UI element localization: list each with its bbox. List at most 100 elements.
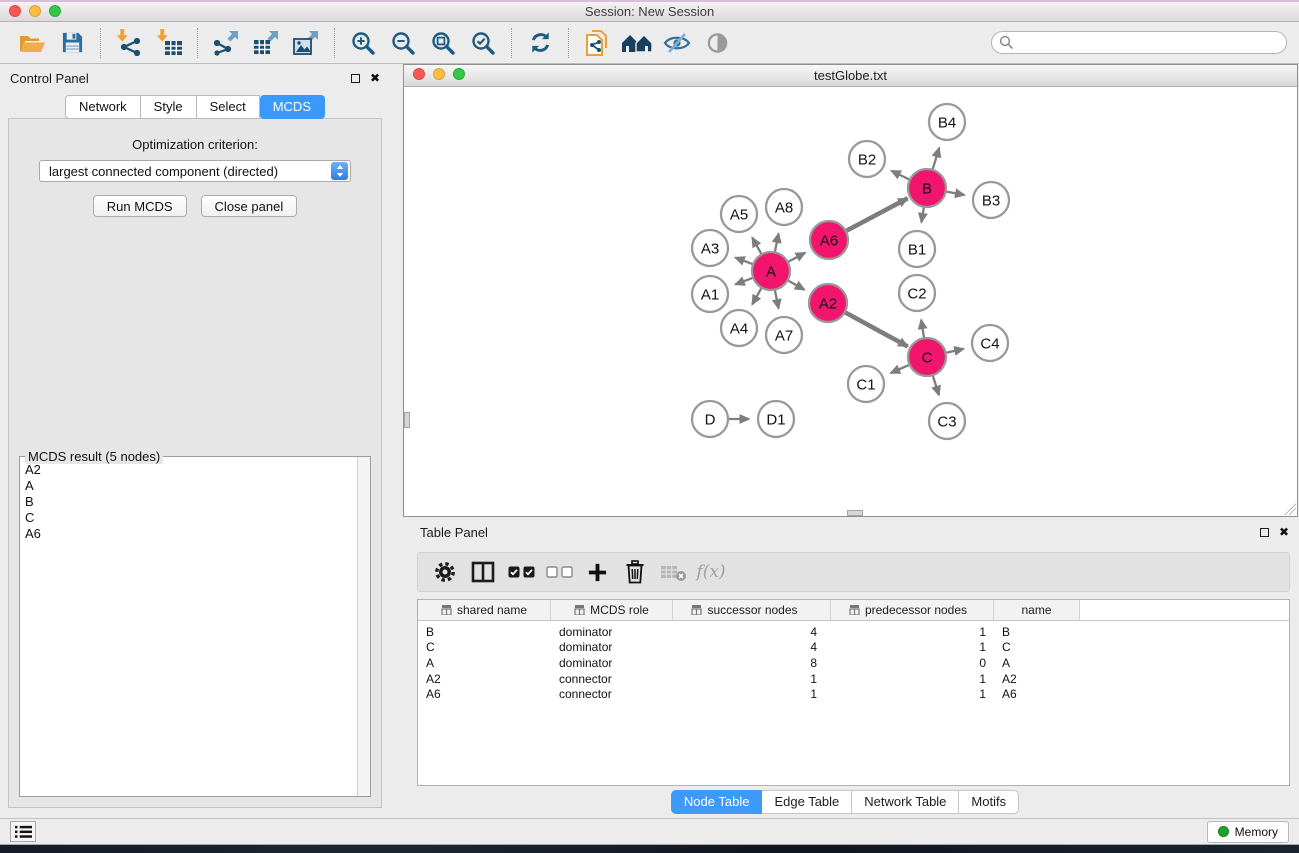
search-input[interactable] [991, 31, 1287, 54]
zoom-fit-button[interactable] [426, 26, 460, 60]
save-session-button[interactable] [55, 26, 89, 60]
graph-edge[interactable] [775, 290, 779, 309]
export-table-button[interactable] [249, 26, 283, 60]
import-network-button[interactable] [112, 26, 146, 60]
graph-edge[interactable] [946, 192, 965, 196]
table-row[interactable]: Adominator80A [418, 655, 1289, 671]
add-row-button[interactable] [580, 556, 614, 588]
table-row[interactable]: Cdominator41C [418, 640, 1289, 656]
graph-edge[interactable] [846, 198, 908, 231]
graph-edge[interactable] [891, 171, 910, 180]
tab-motifs[interactable]: Motifs [959, 790, 1019, 814]
table-row[interactable]: A6connector11A6 [418, 686, 1289, 702]
network-maximize-button[interactable] [453, 68, 465, 80]
table-cell[interactable]: 1 [831, 640, 994, 654]
mcds-result-item[interactable]: A [25, 478, 356, 494]
table-cell[interactable]: A [994, 656, 1080, 670]
table-cell[interactable]: connector [551, 687, 673, 701]
export-network-button[interactable] [209, 26, 243, 60]
splitter-nub[interactable] [847, 510, 863, 516]
column-header-shared-name[interactable]: shared name [418, 600, 551, 620]
table-cell[interactable]: B [418, 625, 551, 639]
table-cell[interactable]: C [418, 640, 551, 654]
table-cell[interactable]: 4 [673, 640, 831, 654]
export-image-button[interactable] [289, 26, 323, 60]
close-panel-button[interactable]: Close panel [201, 195, 298, 217]
tab-select[interactable]: Select [197, 95, 260, 119]
graph-edge[interactable] [921, 207, 924, 223]
delete-row-button[interactable] [618, 556, 652, 588]
table-cell[interactable]: A2 [418, 672, 551, 686]
column-header-predecessor-nodes[interactable]: predecessor nodes [831, 600, 994, 620]
clone-network-button[interactable] [580, 26, 614, 60]
show-columns-button[interactable] [466, 556, 500, 588]
table-cell[interactable]: B [994, 625, 1080, 639]
deselect-all-button[interactable] [542, 556, 576, 588]
graph-edge[interactable] [933, 148, 940, 170]
table-cell[interactable]: 1 [831, 625, 994, 639]
graph-edge[interactable] [788, 280, 805, 289]
network-minimize-button[interactable] [433, 68, 445, 80]
minimize-window-button[interactable] [29, 5, 41, 17]
tab-node-table[interactable]: Node Table [671, 790, 763, 814]
select-all-button[interactable] [504, 556, 538, 588]
optimization-criterion-select[interactable]: largest connected component (directed) [39, 160, 351, 182]
table-cell[interactable]: 1 [673, 672, 831, 686]
float-panel-icon[interactable] [1260, 528, 1269, 537]
graph-edge[interactable] [891, 365, 910, 373]
tab-network[interactable]: Network [65, 95, 141, 119]
graph-edge[interactable] [735, 278, 753, 285]
tab-mcds[interactable]: MCDS [260, 95, 325, 119]
table-cell[interactable]: 1 [831, 672, 994, 686]
graph-edge[interactable] [933, 375, 939, 395]
table-cell[interactable]: A6 [418, 687, 551, 701]
table-cell[interactable]: 1 [831, 687, 994, 701]
function-builder-button[interactable]: f(x) [694, 556, 728, 588]
graph-edge[interactable] [752, 238, 761, 255]
refresh-button[interactable] [523, 26, 557, 60]
maximize-window-button[interactable] [49, 5, 61, 17]
float-panel-icon[interactable] [351, 74, 360, 83]
table-cell[interactable]: dominator [551, 625, 673, 639]
show-selected-button[interactable] [700, 26, 734, 60]
hide-selected-button[interactable] [660, 26, 694, 60]
zoom-out-button[interactable] [386, 26, 420, 60]
table-cell[interactable]: A [418, 656, 551, 670]
table-row[interactable]: Bdominator41B [418, 624, 1289, 640]
mcds-result-item[interactable]: A2 [25, 462, 356, 478]
network-window-titlebar[interactable]: testGlobe.txt [404, 65, 1297, 87]
graph-edge[interactable] [921, 320, 924, 339]
network-canvas[interactable]: B4B2BB3A5A8A6A3B1AA1C2A2A4A7C4CC1DD1C3 [404, 87, 1297, 516]
splitter-nub[interactable] [404, 412, 410, 428]
table-cell[interactable]: dominator [551, 640, 673, 654]
zoom-in-button[interactable] [346, 26, 380, 60]
tab-network-table[interactable]: Network Table [852, 790, 959, 814]
column-header-successor-nodes[interactable]: successor nodes [673, 600, 831, 620]
open-session-button[interactable] [15, 26, 49, 60]
mcds-result-item[interactable]: A6 [25, 526, 356, 542]
mcds-result-item[interactable]: B [25, 494, 356, 510]
close-panel-icon[interactable]: ✖ [370, 72, 380, 84]
graph-edge[interactable] [845, 312, 908, 346]
network-close-button[interactable] [413, 68, 425, 80]
task-history-button[interactable] [10, 821, 36, 842]
zoom-selected-button[interactable] [466, 26, 500, 60]
table-cell[interactable]: connector [551, 672, 673, 686]
graph-edge[interactable] [735, 258, 753, 265]
table-settings-button[interactable] [428, 556, 462, 588]
graph-edge[interactable] [788, 253, 805, 262]
table-cell[interactable]: dominator [551, 656, 673, 670]
column-header-mcds-role[interactable]: MCDS role [551, 600, 673, 620]
tab-edge-table[interactable]: Edge Table [762, 790, 852, 814]
table-cell[interactable]: 0 [831, 656, 994, 670]
run-mcds-button[interactable]: Run MCDS [93, 195, 187, 217]
table-cell[interactable]: 1 [673, 687, 831, 701]
graph-edge[interactable] [752, 288, 761, 305]
table-cell[interactable]: 8 [673, 656, 831, 670]
table-cell[interactable]: C [994, 640, 1080, 654]
column-header-name[interactable]: name [994, 600, 1080, 620]
mcds-result-item[interactable]: C [25, 510, 356, 526]
home-button[interactable] [620, 26, 654, 60]
memory-button[interactable]: Memory [1207, 821, 1289, 843]
table-cell[interactable]: A6 [994, 687, 1080, 701]
